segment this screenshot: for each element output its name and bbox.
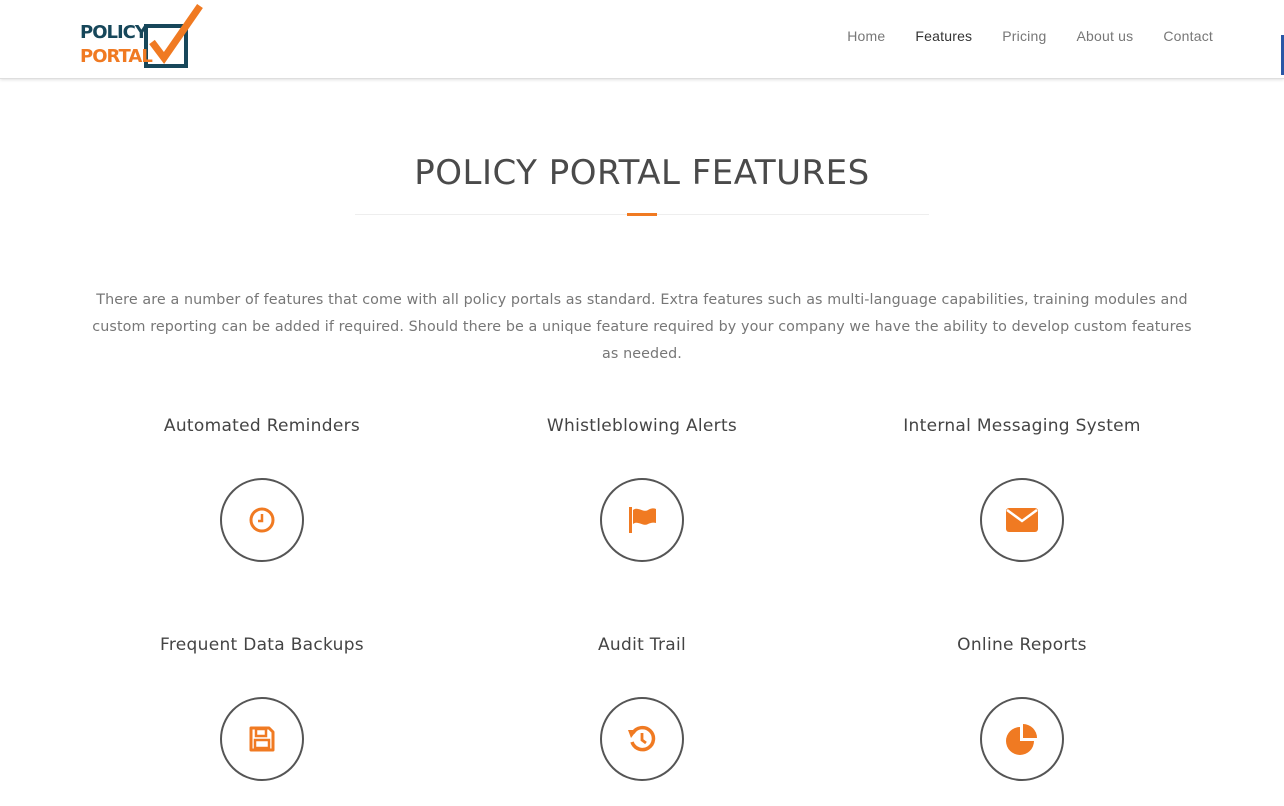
- feature-frequent-data-backups: Frequent Data Backups: [102, 633, 422, 781]
- feature-online-reports: Online Reports: [862, 633, 1182, 781]
- history-icon: [628, 725, 656, 752]
- pie-chart-icon: [1006, 724, 1037, 755]
- feature-icon-button[interactable]: [220, 478, 304, 562]
- feature-internal-messaging-system: Internal Messaging System: [862, 414, 1182, 562]
- feature-automated-reminders: Automated Reminders: [102, 414, 422, 562]
- feature-title: Frequent Data Backups: [160, 635, 364, 655]
- policy-portal-logo[interactable]: POLICY PORTAL: [80, 4, 204, 70]
- feature-title: Internal Messaging System: [903, 416, 1141, 436]
- feature-icon-button[interactable]: [220, 697, 304, 781]
- envelope-icon: [1006, 508, 1038, 532]
- nav-link-pricing[interactable]: Pricing: [1002, 28, 1046, 44]
- feature-title: Online Reports: [957, 635, 1087, 655]
- intro-paragraph: There are a number of features that come…: [92, 292, 1192, 362]
- flag-icon: [629, 507, 656, 533]
- site-header: POLICY PORTAL Home Features Pricing Abou…: [0, 0, 1284, 79]
- feature-title: Automated Reminders: [163, 416, 361, 436]
- feature-title: Whistleblowing Alerts: [546, 416, 738, 436]
- nav-link-home[interactable]: Home: [847, 28, 885, 44]
- clock-icon: [249, 507, 275, 533]
- nav-link-features[interactable]: Features: [915, 28, 972, 44]
- floppy-disk-icon: [249, 726, 275, 752]
- logo-text-portal: PORTAL: [80, 46, 153, 67]
- main-navigation: Home Features Pricing About us Contact: [847, 28, 1213, 44]
- feature-icon-button[interactable]: [980, 478, 1064, 562]
- title-accent-bar: [627, 213, 657, 216]
- nav-link-contact[interactable]: Contact: [1163, 28, 1213, 44]
- feature-icon-button[interactable]: [600, 478, 684, 562]
- feature-title: Audit Trail: [597, 635, 687, 655]
- logo-text-policy: POLICY: [80, 22, 148, 43]
- feature-audit-trail: Audit Trail: [482, 633, 802, 781]
- feature-whistleblowing-alerts: Whistleblowing Alerts: [482, 414, 802, 562]
- nav-link-about-us[interactable]: About us: [1076, 28, 1133, 44]
- feature-icon-button[interactable]: [980, 697, 1064, 781]
- feature-icon-button[interactable]: [600, 697, 684, 781]
- page-title: POLICY PORTAL FEATURES: [414, 153, 870, 193]
